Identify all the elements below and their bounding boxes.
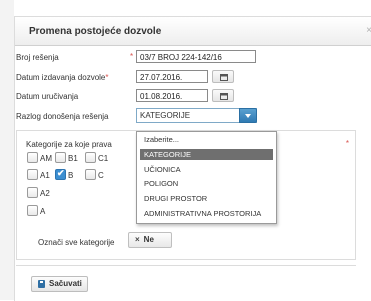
dropdown-option[interactable]: UČIONICA [140, 164, 273, 175]
checkbox-label: A1 [40, 171, 50, 180]
close-icon: × [135, 235, 140, 244]
checkbox-am[interactable] [27, 152, 38, 163]
checkbox-label: C1 [98, 154, 109, 163]
datum-urucivanja-input[interactable]: 01.08.2016. [136, 89, 208, 102]
save-button[interactable]: Sačuvati [31, 276, 88, 292]
checkbox-a[interactable] [27, 205, 38, 216]
toggle-button-label: Ne [143, 235, 154, 244]
broj-resenja-input[interactable]: 03/7 BROJ 224-142/16 [136, 50, 256, 63]
required-marker: * [345, 139, 349, 148]
footer-divider [16, 265, 356, 266]
checkbox-a1[interactable] [27, 169, 38, 180]
dropdown-option[interactable]: POLIGON [140, 178, 273, 189]
dropdown-option[interactable]: DRUGI PROSTOR [140, 193, 273, 204]
calendar-icon [220, 74, 228, 81]
checkbox-b[interactable] [55, 168, 66, 180]
checkbox-a2[interactable] [27, 187, 38, 198]
dropdown-option[interactable]: Izaberite... [140, 134, 273, 145]
background-strip [0, 0, 14, 300]
razlog-dropdown-list: Izaberite... KATEGORIJE UČIONICA POLIGON… [136, 131, 277, 224]
dialog-titlebar: Promena postojeće dozvole × [15, 17, 371, 46]
calendar-icon [220, 93, 228, 100]
checkbox-label: AM [40, 154, 52, 163]
checkbox-label: C [98, 171, 104, 180]
datum-urucivanja-label: Datum uručivanja [16, 92, 79, 101]
floppy-icon [38, 280, 45, 288]
datum-izdavanja-input[interactable]: 27.07.2016. [136, 70, 208, 83]
close-icon[interactable]: × [366, 25, 371, 36]
razlog-label: Razlog donošenja rešenja [16, 112, 109, 121]
checkbox-c1[interactable] [85, 152, 96, 163]
checkbox-label: A [40, 207, 46, 216]
checkbox-b1[interactable] [55, 152, 66, 163]
razlog-select-value: KATEGORIJE [140, 111, 191, 120]
dropdown-option[interactable]: ADMINISTRATIVNA PROSTORIJA [140, 208, 273, 219]
save-button-label: Sačuvati [49, 279, 82, 288]
dropdown-option-selected[interactable]: KATEGORIJE [140, 149, 273, 160]
razlog-select[interactable]: KATEGORIJE [136, 108, 257, 123]
checkbox-label: B1 [68, 154, 78, 163]
select-all-label: Označi sve kategorije [38, 238, 115, 247]
required-marker: * [130, 52, 134, 61]
datum-izdavanja-label: Datum izdavanja dozvole* [16, 73, 109, 82]
select-all-toggle-button[interactable]: × Ne [128, 232, 172, 248]
calendar-button-izdavanja[interactable] [212, 70, 234, 83]
checkbox-c[interactable] [85, 169, 96, 180]
checkbox-label: A2 [40, 189, 50, 198]
checkbox-label: B [68, 171, 74, 180]
kategorije-label: Kategorije za koje prava [26, 140, 112, 149]
dialog-title: Promena postojeće dozvole [29, 26, 162, 37]
calendar-button-urucivanja[interactable] [212, 89, 234, 102]
chevron-down-icon[interactable] [239, 108, 257, 123]
broj-resenja-label: Broj rešenja [16, 53, 59, 62]
